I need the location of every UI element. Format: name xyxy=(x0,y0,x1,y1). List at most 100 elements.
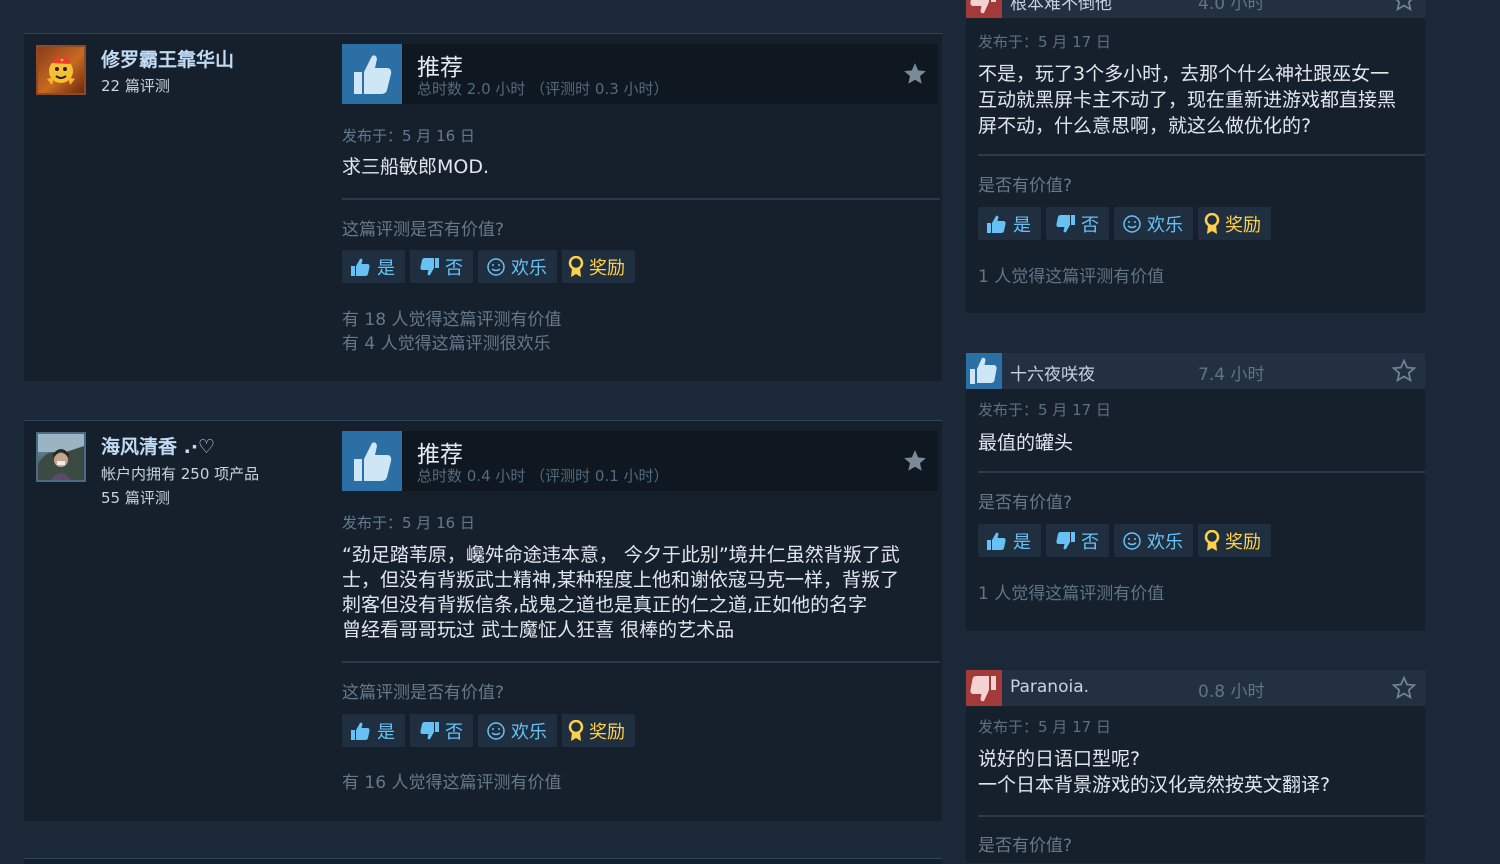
funny-label: 欢乐 xyxy=(511,257,547,279)
helpful-question: 这篇评测是否有价值? xyxy=(342,220,505,240)
playtime: 7.4 小时 xyxy=(1198,365,1265,385)
helpful-question: 是否有价值? xyxy=(978,836,1073,856)
funny-label: 欢乐 xyxy=(1147,531,1183,553)
reviewer-name[interactable]: 根本难不倒他 xyxy=(1010,0,1112,14)
award-label: 奖励 xyxy=(1225,214,1261,236)
yes-label: 是 xyxy=(1013,531,1031,553)
vote-buttons: 是 否 欢乐 奖励 xyxy=(342,250,635,283)
reviewer-name[interactable]: 十六夜咲夜 xyxy=(1010,360,1095,385)
helpful-yes-button[interactable]: 是 xyxy=(342,250,405,283)
reviewer-name[interactable]: Paranoia. xyxy=(1010,677,1089,697)
side-review-card: Paranoia. 0.8 小时 发布于：5 月 17 日 说好的日语口型呢? … xyxy=(966,670,1425,863)
author-review-count[interactable]: 22 篇评测 xyxy=(101,75,170,96)
verdict-title: 推荐 xyxy=(417,442,463,468)
playtime: 4.0 小时 xyxy=(1198,0,1265,14)
award-ribbon-icon xyxy=(1204,529,1220,551)
helpful-yes-button[interactable]: 是 xyxy=(978,524,1041,557)
review-text-line: “劲足踏苇原，巉舛命途违本意， 今夕于此别”境井仁虽然背叛了武 xyxy=(342,544,900,566)
divider xyxy=(978,154,1425,156)
funny-label: 欢乐 xyxy=(1147,214,1183,236)
helpful-count: 1 人觉得这篇评测有价值 xyxy=(978,584,1165,604)
star-icon[interactable] xyxy=(902,61,928,91)
star-outline-icon[interactable] xyxy=(1391,675,1417,705)
review-text-line: 互动就黑屏卡主不动了，现在重新进游戏都直接黑 xyxy=(978,89,1397,111)
helpful-count: 1 人觉得这篇评测有价值 xyxy=(978,267,1165,287)
vote-buttons: 是 否 欢乐 奖励 xyxy=(978,207,1271,240)
side-review-header[interactable]: Paranoia. 0.8 小时 xyxy=(966,670,1425,706)
thumbs-up-icon xyxy=(342,44,402,104)
helpful-no-button[interactable]: 否 xyxy=(410,714,473,747)
award-button[interactable]: 奖励 xyxy=(1198,207,1271,240)
next-review-edge xyxy=(24,858,942,864)
author-name[interactable]: 修罗霸王靠华山 xyxy=(101,45,234,72)
playtime: 0.8 小时 xyxy=(1198,682,1265,702)
funny-count: 有 4 人觉得这篇评测很欢乐 xyxy=(342,334,551,354)
helpful-question: 是否有价值? xyxy=(978,176,1073,196)
helpful-question: 是否有价值? xyxy=(978,493,1073,513)
divider xyxy=(342,198,940,200)
author-review-count[interactable]: 55 篇评测 xyxy=(101,487,170,508)
star-outline-icon[interactable] xyxy=(1391,0,1417,17)
playtime: 总时数 2.0 小时 （评测时 0.3 小时） xyxy=(417,80,669,98)
thumbs-down-icon xyxy=(966,0,1002,18)
author-name[interactable]: 海风清香 .·♡ xyxy=(101,432,215,459)
playtime: 总时数 0.4 小时 （评测时 0.1 小时） xyxy=(417,467,669,485)
side-review-header[interactable]: 十六夜咲夜 7.4 小时 xyxy=(966,353,1425,389)
funny-button[interactable]: 欢乐 xyxy=(1114,207,1193,240)
smiley-icon xyxy=(1123,531,1141,550)
helpful-yes-button[interactable]: 是 xyxy=(978,207,1041,240)
review-text-line: 曾经看哥哥玩过 武士魔怔人狂喜 很棒的艺术品 xyxy=(342,619,735,641)
award-button[interactable]: 奖励 xyxy=(1198,524,1271,557)
award-button[interactable]: 奖励 xyxy=(562,714,635,747)
funny-button[interactable]: 欢乐 xyxy=(478,714,557,747)
thumbs-up-icon xyxy=(987,532,1006,550)
author-product-count[interactable]: 帐户内拥有 250 项产品 xyxy=(101,463,259,484)
smiley-icon xyxy=(1123,214,1141,233)
award-ribbon-icon xyxy=(1204,212,1220,234)
funny-button[interactable]: 欢乐 xyxy=(478,250,557,283)
helpful-count: 有 16 人觉得这篇评测有价值 xyxy=(342,773,562,793)
smiley-icon xyxy=(487,257,505,276)
review-card: 海风清香 .·♡ 帐户内拥有 250 项产品 55 篇评测 推荐 总时数 0.4… xyxy=(24,420,942,821)
funny-button[interactable]: 欢乐 xyxy=(1114,524,1193,557)
vote-header[interactable]: 推荐 总时数 0.4 小时 （评测时 0.1 小时） xyxy=(342,431,938,491)
posted-date: 发布于：5 月 16 日 xyxy=(342,127,475,145)
thumbs-down-icon xyxy=(420,257,439,275)
side-review-header[interactable]: 根本难不倒他 4.0 小时 xyxy=(966,0,1425,18)
avatar[interactable] xyxy=(36,45,86,95)
review-text-line: 屏不动，什么意思啊，就这么做优化的? xyxy=(978,115,1312,137)
vote-buttons: 是 否 欢乐 奖励 xyxy=(342,714,635,747)
review-text: 不是，玩了3个多小时，去那个什么神社跟巫女一 互动就黑屏卡主不动了，现在重新进游… xyxy=(978,61,1418,139)
thumbs-up-icon xyxy=(351,722,370,740)
award-ribbon-icon xyxy=(568,719,584,741)
star-outline-icon[interactable] xyxy=(1391,358,1417,388)
vote-header[interactable]: 推荐 总时数 2.0 小时 （评测时 0.3 小时） xyxy=(342,44,938,104)
smiley-icon xyxy=(487,721,505,740)
award-button[interactable]: 奖励 xyxy=(562,250,635,283)
helpful-no-button[interactable]: 否 xyxy=(410,250,473,283)
no-label: 否 xyxy=(445,257,463,279)
thumbs-up-icon xyxy=(987,215,1006,233)
verdict-title: 推荐 xyxy=(417,55,463,81)
helpful-yes-button[interactable]: 是 xyxy=(342,714,405,747)
star-icon[interactable] xyxy=(902,448,928,478)
review-text-line: 不是，玩了3个多小时，去那个什么神社跟巫女一 xyxy=(978,63,1390,85)
avatar[interactable] xyxy=(36,432,86,482)
vote-buttons: 是 否 欢乐 奖励 xyxy=(978,524,1271,557)
award-label: 奖励 xyxy=(1225,531,1261,553)
helpful-no-button[interactable]: 否 xyxy=(1046,207,1109,240)
review-text: 说好的日语口型呢? 一个日本背景游戏的汉化竟然按英文翻译? xyxy=(978,746,1418,798)
review-text-line: 刺客但没有背叛信条,战鬼之道也是真正的仁之道,正如他的名字 xyxy=(342,594,868,616)
yes-label: 是 xyxy=(377,721,395,743)
helpful-count: 有 18 人觉得这篇评测有价值 xyxy=(342,310,562,330)
review-text-line: 说好的日语口型呢? xyxy=(978,748,1141,770)
divider xyxy=(978,815,1425,817)
no-label: 否 xyxy=(1081,531,1099,553)
yes-label: 是 xyxy=(377,257,395,279)
thumbs-up-icon xyxy=(342,431,402,491)
posted-date: 发布于：5 月 17 日 xyxy=(978,718,1111,736)
thumbs-down-icon xyxy=(420,721,439,739)
review-text: “劲足踏苇原，巉舛命途违本意， 今夕于此别”境井仁虽然背叛了武 士，但没有背叛武… xyxy=(342,543,922,643)
yes-label: 是 xyxy=(1013,214,1031,236)
helpful-no-button[interactable]: 否 xyxy=(1046,524,1109,557)
